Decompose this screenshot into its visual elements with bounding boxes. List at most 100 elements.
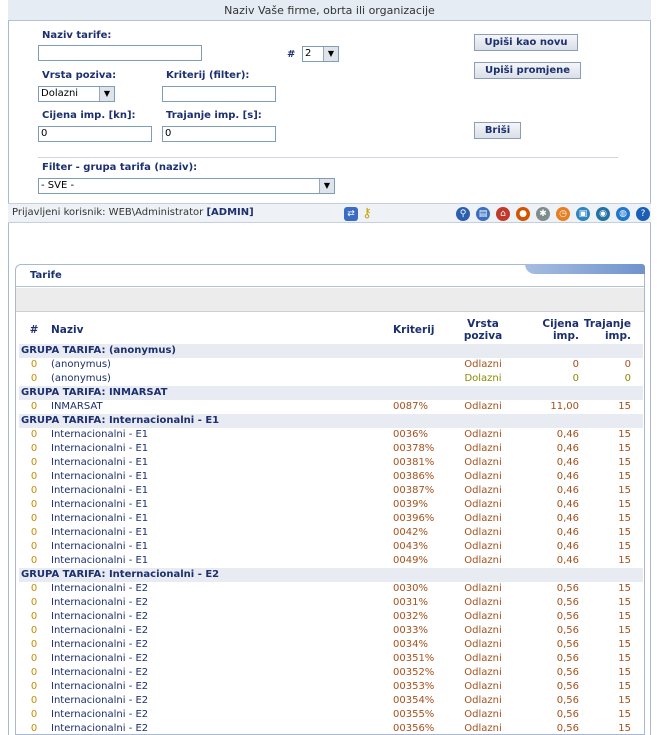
cell-name[interactable]: Internacionalni - E2 (49, 582, 393, 596)
tarife-table: # Naziv Kriterij Vrsta poziva Cijena imp… (19, 316, 643, 735)
cell-name[interactable]: Internacionalni - E2 (49, 694, 393, 708)
cell-cijena: 0,46 (556, 485, 579, 496)
table-row[interactable]: 0 (anonymus) Dolazni 0 0 (19, 372, 643, 386)
cell-num: 0 (30, 625, 38, 636)
cell-vrsta: Odlazni (464, 429, 502, 440)
table-row[interactable]: 0 Internacionalni - E1 0039% Odlazni 0,46 15 (19, 498, 643, 512)
cell-name[interactable]: (anonymus) (49, 372, 393, 386)
cijena-input[interactable]: 0 (38, 126, 152, 142)
filter-select[interactable]: - SVE - ▼ (38, 178, 335, 194)
help-icon[interactable]: ? (636, 207, 650, 221)
table-row[interactable]: 0 Internacionalni - E1 00378% Odlazni 0,46 15 (19, 442, 643, 456)
table-row[interactable]: 0 Internacionalni - E2 00355% Odlazni 0,56 15 (19, 708, 643, 722)
cell-name[interactable]: Internacionalni - E2 (49, 680, 393, 694)
user-bar: Prijavljeni korisnik: WEB\Administrator … (8, 203, 651, 223)
cell-name[interactable]: Internacionalni - E1 (49, 554, 393, 568)
table-row[interactable]: 0 Internacionalni - E1 00396% Odlazni 0,46 15 (19, 512, 643, 526)
table-row[interactable]: 0 Internacionalni - E1 0049% Odlazni 0,46 15 (19, 554, 643, 568)
cell-name[interactable]: Internacionalni - E2 (49, 722, 393, 735)
delete-button[interactable]: Briši (474, 122, 521, 139)
cell-name[interactable]: Internacionalni - E2 (49, 708, 393, 722)
windows-icon[interactable]: ▣ (576, 207, 590, 221)
database-icon[interactable]: ◉ (596, 207, 610, 221)
cell-name[interactable]: Internacionalni - E1 (49, 540, 393, 554)
cell-kriterij: 0049% (393, 555, 428, 566)
cell-num: 0 (30, 611, 38, 622)
kriterij-input[interactable] (162, 86, 276, 102)
cell-name[interactable]: Internacionalni - E1 (49, 470, 393, 484)
table-row[interactable]: 0 Internacionalni - E2 00352% Odlazni 0,56 15 (19, 666, 643, 680)
cell-trajanje: 15 (618, 471, 631, 482)
cell-trajanje: 15 (618, 625, 631, 636)
cell-name[interactable]: Internacionalni - E2 (49, 596, 393, 610)
col-header-cijena[interactable]: Cijena imp. (513, 316, 583, 344)
key-icon[interactable]: ⚷ (360, 207, 374, 221)
cell-name[interactable]: Internacionalni - E1 (49, 456, 393, 470)
hash-select[interactable]: 2 ▼ (302, 46, 339, 62)
col-header-trajanje[interactable]: Trajanje imp. (583, 316, 643, 344)
table-row[interactable]: 0 Internacionalni - E2 00354% Odlazni 0,56 15 (19, 694, 643, 708)
table-row[interactable]: 0 Internacionalni - E2 0033% Odlazni 0,56 15 (19, 624, 643, 638)
table-row[interactable]: 0 Internacionalni - E1 0036% Odlazni 0,46 15 (19, 428, 643, 442)
table-row[interactable]: 0 INMARSAT 0087% Odlazni 11,00 15 (19, 400, 643, 414)
globe-icon[interactable]: ◍ (616, 207, 630, 221)
page-title: Naziv Vaše firme, obrta ili organizacije (8, 0, 651, 21)
logout-icon[interactable]: ⇄ (344, 207, 358, 221)
cell-name[interactable]: Internacionalni - E2 (49, 610, 393, 624)
cell-name[interactable]: (anonymus) (49, 358, 393, 372)
home-icon[interactable]: ⌂ (496, 207, 510, 221)
cell-num: 0 (30, 359, 38, 370)
table-row[interactable]: 0 Internacionalni - E1 0042% Odlazni 0,46 15 (19, 526, 643, 540)
col-header-vrsta[interactable]: Vrsta poziva (453, 316, 513, 344)
cell-name[interactable]: Internacionalni - E1 (49, 484, 393, 498)
table-row[interactable]: 0 Internacionalni - E2 00351% Odlazni 0,56 15 (19, 652, 643, 666)
col-header-name[interactable]: Naziv (49, 316, 393, 344)
cell-name[interactable]: Internacionalni - E1 (49, 428, 393, 442)
cell-trajanje: 15 (618, 709, 631, 720)
cell-num: 0 (30, 583, 38, 594)
cell-trajanje: 15 (618, 723, 631, 734)
cell-name[interactable]: INMARSAT (49, 400, 393, 414)
cell-trajanje: 15 (618, 611, 631, 622)
table-row[interactable]: 0 Internacionalni - E1 00386% Odlazni 0,46 15 (19, 470, 643, 484)
clock-icon[interactable]: ◷ (556, 207, 570, 221)
cell-name[interactable]: Internacionalni - E1 (49, 442, 393, 456)
table-row[interactable]: 0 Internacionalni - E1 0043% Odlazni 0,46 15 (19, 540, 643, 554)
cell-name[interactable]: Internacionalni - E1 (49, 512, 393, 526)
cell-vrsta: Odlazni (464, 359, 502, 370)
cell-name[interactable]: Internacionalni - E2 (49, 624, 393, 638)
table-row[interactable]: 0 Internacionalni - E2 0031% Odlazni 0,56 15 (19, 596, 643, 610)
table-row[interactable]: 0 Internacionalni - E2 00356% Odlazni 0,56 15 (19, 722, 643, 735)
naziv-input[interactable] (38, 45, 202, 61)
table-row[interactable]: 0 Internacionalni - E1 00387% Odlazni 0,46 15 (19, 484, 643, 498)
cell-kriterij: 0032% (393, 611, 428, 622)
table-row[interactable]: 0 Internacionalni - E2 0034% Odlazni 0,56 15 (19, 638, 643, 652)
cell-name[interactable]: Internacionalni - E2 (49, 652, 393, 666)
cell-name[interactable]: Internacionalni - E2 (49, 666, 393, 680)
cell-name[interactable]: Internacionalni - E1 (49, 498, 393, 512)
search-icon[interactable]: ⚲ (456, 207, 470, 221)
col-header-num[interactable]: # (19, 316, 49, 344)
col-header-kriterij[interactable]: Kriterij (393, 316, 453, 344)
cell-cijena: 0,56 (556, 695, 579, 706)
table-row[interactable]: 0 Internacionalni - E2 00353% Odlazni 0,56 15 (19, 680, 643, 694)
cell-name[interactable]: Internacionalni - E1 (49, 526, 393, 540)
table-row[interactable]: 0 Internacionalni - E1 00381% Odlazni 0,46 15 (19, 456, 643, 470)
table-row[interactable]: 0 Internacionalni - E2 0032% Odlazni 0,56 15 (19, 610, 643, 624)
cell-cijena: 0,46 (556, 471, 579, 482)
users-icon[interactable]: ● (516, 207, 530, 221)
settings-icon[interactable]: ✱ (536, 207, 550, 221)
cell-trajanje: 15 (618, 527, 631, 538)
cell-num: 0 (30, 639, 38, 650)
vrsta-select[interactable]: Dolazni ▼ (38, 86, 115, 102)
table-row[interactable]: 0 (anonymus) Odlazni 0 0 (19, 358, 643, 372)
save-changes-button[interactable]: Upiši promjene (474, 62, 581, 79)
trajanje-input[interactable]: 0 (162, 126, 276, 142)
cell-kriterij: 00354% (393, 695, 435, 706)
cell-name[interactable]: Internacionalni - E2 (49, 638, 393, 652)
save-as-new-button[interactable]: Upiši kao novu (474, 34, 578, 51)
table-row[interactable]: 0 Internacionalni - E2 0030% Odlazni 0,56 15 (19, 582, 643, 596)
cell-num: 0 (30, 513, 38, 524)
book-icon[interactable]: ▤ (476, 207, 490, 221)
group-row: GRUPA TARIFA: Internacionalni - E2 (19, 568, 643, 582)
